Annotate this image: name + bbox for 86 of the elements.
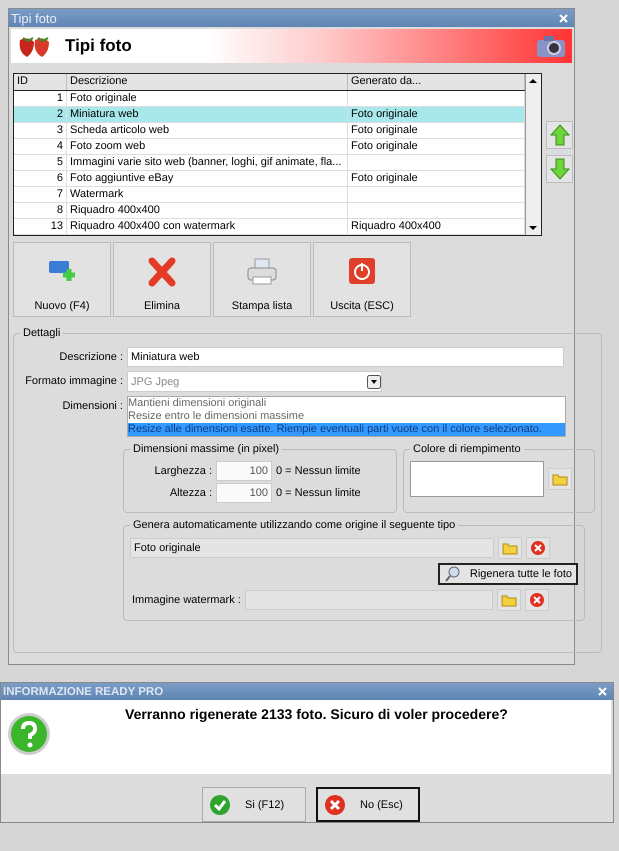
table-cell: Riquadro 400x400 — [67, 203, 348, 218]
description-field[interactable]: Miniatura web — [127, 347, 564, 367]
group-title: Genera automaticamente utilizzando come origine il seguente tipo — [132, 519, 456, 531]
column-header[interactable]: Descrizione — [67, 74, 348, 90]
table-cell: 7 — [14, 187, 67, 202]
table-cell: 1 — [14, 91, 67, 106]
toolbar-button[interactable]: Nuovo (F4) — [13, 242, 111, 317]
move-up-button[interactable] — [546, 121, 573, 149]
table-cell: Foto originale — [67, 91, 348, 106]
column-header[interactable]: ID — [14, 74, 67, 90]
table-row[interactable]: 8 Riquadro 400x400 — [14, 203, 525, 219]
scrollbar[interactable] — [525, 74, 541, 235]
question-icon — [7, 712, 51, 756]
table-row[interactable]: 7 Watermark — [14, 187, 525, 203]
folder-icon — [502, 541, 518, 555]
toolbar-button[interactable]: Uscita (ESC) — [313, 242, 411, 317]
cancel-icon — [324, 794, 346, 816]
camera-icon — [536, 34, 566, 58]
printer-icon — [246, 257, 278, 287]
group-title: Colore di riempimento — [412, 443, 522, 455]
table-cell: Foto aggiuntive eBay — [67, 171, 348, 186]
browse-button[interactable] — [498, 537, 522, 559]
table-cell: Immagini varie sito web (banner, loghi, gif animate, fla... — [67, 155, 348, 170]
color-swatch[interactable] — [410, 461, 544, 497]
field-label: Formato immagine : — [24, 374, 123, 389]
table-cell: 8 — [14, 203, 67, 218]
group-title: Dettagli — [22, 327, 62, 339]
dialog-button[interactable]: No (Esc) — [316, 787, 420, 822]
regenerate-button[interactable]: Rigenera tutte le foto — [438, 563, 578, 585]
toolbar-button[interactable]: Elimina — [113, 242, 211, 317]
table-cell: Riquadro 400x400 con watermark — [67, 219, 348, 234]
dialog-button[interactable]: Si (F12) — [202, 787, 306, 822]
close-icon[interactable] — [598, 687, 607, 696]
table-cell: 2 — [14, 107, 67, 122]
field-label: Descrizione : — [58, 350, 123, 365]
up-arrow-icon — [550, 124, 570, 146]
dialog-message: Verranno rigenerate 2133 foto. Sicuro di voler procedere? — [125, 706, 508, 724]
clear-button[interactable] — [524, 589, 549, 611]
clear-icon — [530, 540, 546, 556]
down-arrow-icon — [550, 158, 570, 180]
source-type-field[interactable]: Foto originale — [130, 538, 494, 558]
close-icon[interactable] — [559, 14, 568, 22]
number-field[interactable]: 100 — [216, 461, 272, 481]
table-row[interactable]: 6 Foto aggiuntive eBay Foto originale — [14, 171, 525, 187]
table-cell: 13 — [14, 219, 67, 234]
dialog-title: INFORMAZIONE READY PRO — [3, 686, 164, 698]
table-cell: Miniatura web — [67, 107, 348, 122]
field-label: Dimensioni : — [61, 399, 123, 414]
field-label: Immagine watermark : — [132, 594, 241, 606]
window-title: Tipi foto — [11, 10, 57, 26]
table-cell: Foto zoom web — [67, 139, 348, 154]
table-cell: 4 — [14, 139, 67, 154]
browse-button[interactable] — [548, 468, 572, 490]
toolbar-button[interactable]: Stampa lista — [213, 242, 311, 317]
table-cell: 3 — [14, 123, 67, 138]
table-row[interactable]: 4 Foto zoom web Foto originale — [14, 139, 525, 155]
magnifier-icon — [444, 566, 462, 582]
table-row[interactable]: 2 Miniatura web Foto originale — [14, 107, 525, 123]
browse-button[interactable] — [496, 589, 521, 611]
table-cell: 6 — [14, 171, 67, 186]
table-cell: Watermark — [67, 187, 348, 202]
header-title: Tipi foto — [65, 36, 133, 56]
clear-icon — [528, 592, 545, 608]
delete-icon — [148, 257, 176, 287]
watermark-field[interactable] — [244, 590, 493, 610]
move-down-button[interactable] — [546, 155, 573, 183]
table-cell: Scheda articolo web — [67, 123, 348, 138]
check-icon — [209, 794, 231, 816]
table-row[interactable]: 13 Riquadro 400x400 con watermark Riquadro 400x400 — [14, 219, 525, 235]
field-label: Altezza : — [168, 487, 212, 499]
folder-icon — [500, 593, 517, 607]
power-icon — [348, 257, 376, 285]
table-row[interactable]: 1 Foto originale — [14, 91, 525, 107]
folder-icon — [552, 472, 568, 486]
format-dropdown[interactable]: JPG Jpeg — [127, 371, 382, 392]
list-option[interactable]: Resize alle dimensioni esatte. Riempie eventuali parti vuote con il colore selezionato. — [128, 423, 565, 436]
hint-text: 0 = Nessun limite — [276, 465, 361, 477]
clear-button[interactable] — [526, 537, 550, 559]
dropdown-icon — [367, 374, 381, 388]
group-title: Dimensioni massime (in pixel) — [132, 443, 280, 455]
table-row[interactable]: 3 Scheda articolo web Foto originale — [14, 123, 525, 139]
number-field[interactable]: 100 — [216, 483, 272, 503]
hint-text: 0 = Nessun limite — [276, 487, 361, 499]
table-cell: 5 — [14, 155, 67, 170]
field-label: Larghezza : — [154, 465, 212, 477]
table-row[interactable]: 5 Immagini varie sito web (banner, loghi, gif animate, fla... — [14, 155, 525, 171]
